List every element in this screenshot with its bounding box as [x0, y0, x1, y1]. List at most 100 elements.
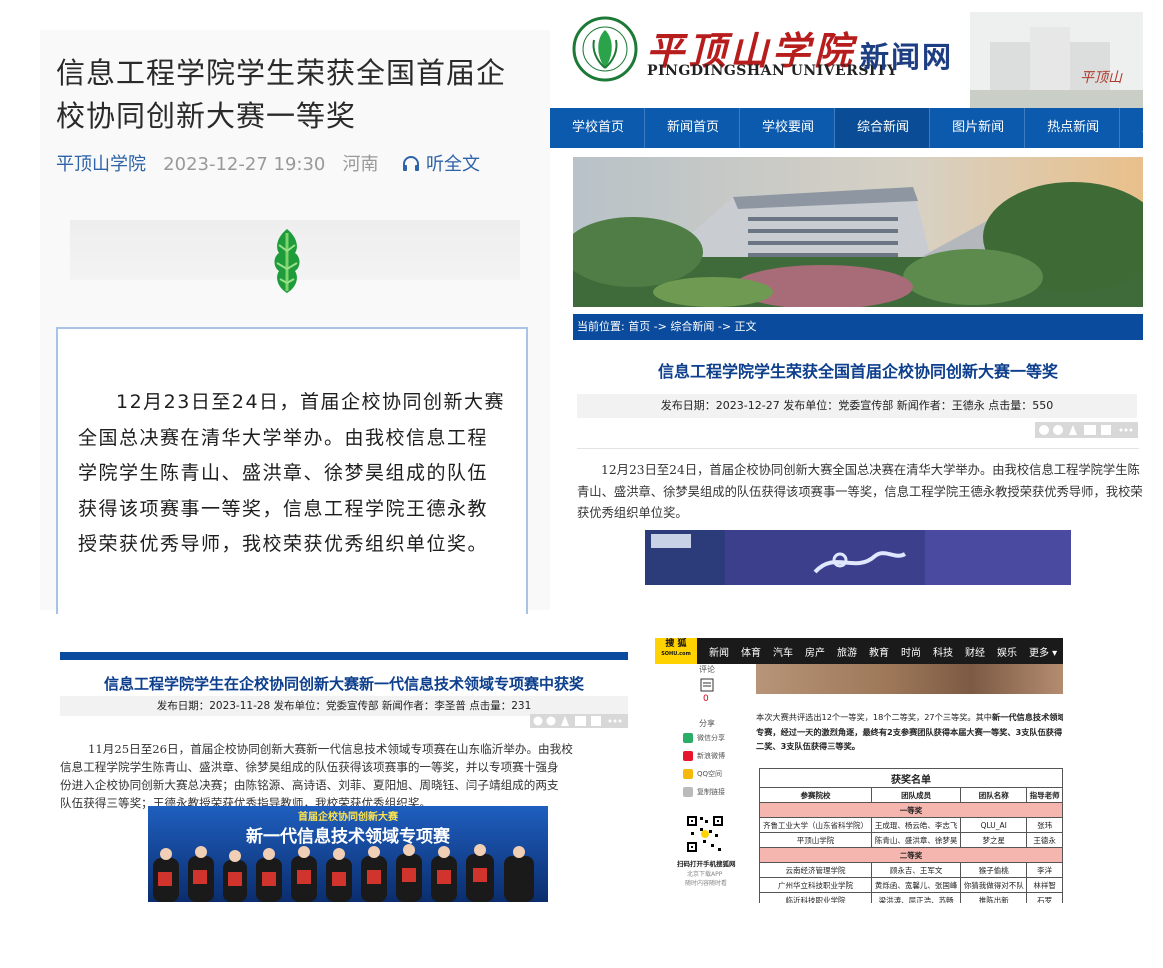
article-datetime: 2023-12-27 19:30 [163, 154, 326, 175]
share-qzone-label: QQ空间 [697, 770, 723, 778]
share-label: 分享 [699, 719, 715, 728]
table-cell: 林祥智 [1026, 877, 1063, 893]
link-icon [683, 787, 693, 797]
table-cell: QLU_AI [960, 817, 1028, 833]
article-photo-strip [756, 664, 1063, 694]
sohu-nav: 搜 狐 SOHU.com 新闻 体育 汽车 房产 旅游 教育 时尚 科技 财经 … [655, 638, 1063, 664]
nav-item-school-home[interactable]: 学校首页 [550, 108, 646, 148]
nav-news[interactable]: 新闻 [709, 644, 729, 659]
table-cell: 临沂科技职业学院 [758, 892, 873, 903]
news-body: 12月23日至24日，首届企校协同创新大赛全国总决赛在清华大学举办。由我校信息工… [577, 463, 1143, 520]
nav-item-photo-news[interactable]: 图片新闻 [930, 108, 1026, 148]
paragraph-plain: 本次大赛共评选出12个一等奖，18个二等奖，27个三等奖。其中 [756, 712, 992, 722]
headphones-icon [403, 156, 420, 171]
table-cell: 你猜我做得对不队 [960, 877, 1028, 893]
site-header: 平顶山 平顶山学院 PINGDINGSHAN UNIVERSITY 新闻网 [550, 12, 1143, 108]
news-meta-2: 发布日期：2023-11-28 发布单位：党委宣传部 新闻作者：李圣普 点击量：… [60, 696, 628, 716]
banner-line-2: 新一代信息技术领域专项赛 [246, 826, 451, 847]
share-wechat[interactable]: 微信分享 [683, 733, 725, 743]
nav-tech[interactable]: 科技 [933, 644, 953, 659]
group-row-first-prize: 一等奖 [759, 802, 1063, 818]
article-body: 12月23日至24日，首届企校协同创新大赛全国总决赛在清华大学举办。由我校信息工… [78, 391, 506, 555]
article-source-link[interactable]: 平顶山学院 [56, 154, 146, 175]
breadcrumb: 当前位置: 首页 -> 综合新闻 -> 正文 [573, 314, 1143, 340]
share-toolbar-2[interactable] [530, 714, 628, 728]
breadcrumb-text[interactable]: 当前位置: 首页 -> 综合新闻 -> 正文 [577, 320, 757, 333]
share-weibo-label: 新浪微博 [697, 752, 725, 760]
leaf-logo-icon [274, 229, 300, 293]
sohu-logo[interactable]: 搜 狐 SOHU.com [655, 638, 697, 664]
nav-fashion[interactable]: 时尚 [901, 644, 921, 659]
comment-icon[interactable] [700, 678, 714, 692]
table-row: 云南经济管理学院 顾永吉、王军文 猴子偷桃 李洋 [758, 862, 1063, 878]
nav-more[interactable]: 更多 ▾ [1029, 644, 1057, 659]
table-cell: 王德永 [1026, 832, 1063, 848]
share-copy-label: 复制链接 [697, 788, 725, 796]
article-title: 信息工程学院学生荣获全国首届企校协同创新大赛一等奖 [56, 56, 507, 133]
article-body-box: 12月23日至24日，首届企校协同创新大赛全国总决赛在清华大学举办。由我校信息工… [56, 327, 528, 614]
nav-bar-strip [60, 652, 628, 660]
group-row-second-prize: 二等奖 [759, 847, 1063, 863]
news-body-2: 11月25日至26日，首届企校协同创新大赛新一代信息技术领域专项赛在山东临沂举办… [60, 740, 628, 812]
nav-item-school-headlines[interactable]: 学校要闻 [740, 108, 836, 148]
nav-finance[interactable]: 财经 [965, 644, 985, 659]
news-meta: 发布日期：2023-12-27 发布单位：党委宣传部 新闻作者：王德永 点击量：… [577, 394, 1137, 418]
site-nav: 学校首页 新闻首页 学校要闻 综合新闻 图片新闻 热点新闻 原创 [550, 108, 1163, 148]
table-header: 团队名称 [960, 787, 1028, 803]
listen-label: 听全文 [426, 154, 481, 175]
banner-line-1: 首届企校协同创新大赛 [298, 810, 399, 823]
table-row: 齐鲁工业大学（山东省科学院） 王成琨、杨云皓、李志飞 QLU_AI 张玮 [758, 817, 1063, 833]
award-ceremony-photo: 首届企校协同创新大赛 新一代信息技术领域专项赛 [148, 806, 548, 902]
nav-item-hot-news[interactable]: 热点新闻 [1025, 108, 1121, 148]
share-qzone[interactable]: QQ空间 [683, 769, 722, 779]
article-paragraph: 本次大赛共评选出12个一等奖，18个二等奖，27个三等奖。其中新一代信息技术领域… [756, 710, 1063, 754]
nav-realestate[interactable]: 房产 [805, 644, 825, 659]
table-cell: 张玮 [1026, 817, 1063, 833]
share-weibo[interactable]: 新浪微博 [683, 751, 725, 761]
qr-caption: 扫码打开手机搜狐网 [677, 860, 736, 868]
share-wechat-label: 微信分享 [697, 734, 725, 742]
table-header: 参赛院校 [758, 787, 873, 803]
nav-sports[interactable]: 体育 [741, 644, 761, 659]
nav-entertainment[interactable]: 娱乐 [997, 644, 1017, 659]
share-copy-link[interactable]: 复制链接 [683, 787, 725, 797]
table-cell: 黄烁函、宽馨儿、张国峰 [871, 877, 962, 893]
university-emblem-icon [572, 16, 638, 82]
header-building-image: 平顶山 [970, 12, 1143, 108]
mobile-article-panel: 信息工程学院学生荣获全国首届企校协同创新大赛一等奖 平顶山学院 2023-12-… [40, 30, 550, 614]
listen-button[interactable]: 听全文 [402, 154, 480, 175]
table-cell: 广州华立科技职业学院 [758, 877, 873, 893]
nav-education[interactable]: 教育 [869, 644, 889, 659]
sohu-sidebar: 评论 0 分享 微信分享 新浪微博 QQ空间 复制链接 扫码打开手机搜狐网 北京… [655, 664, 755, 903]
site-subtitle: 新闻网 [860, 40, 954, 74]
table-row: 广州华立科技职业学院 黄烁函、宽馨儿、张国峰 你猜我做得对不队 林祥智 [758, 877, 1063, 893]
sohu-logo-text: 搜 狐 [665, 639, 687, 649]
table-cell: 梁洪涛、屈正浩、苏畅 [871, 892, 962, 903]
news-title: 信息工程学院学生荣获全国首届企校协同创新大赛一等奖 [657, 362, 1058, 381]
nav-item-original[interactable]: 原创 [1120, 108, 1163, 148]
nav-item-news-home[interactable]: 新闻首页 [645, 108, 741, 148]
table-cell: 陈青山、盛洪章、徐梦昊 [871, 832, 962, 848]
divider [577, 448, 1139, 449]
table-cell: 推陈出新 [960, 892, 1028, 903]
table-cell: 猴子偷桃 [960, 862, 1028, 878]
table-header: 指导老师 [1026, 787, 1063, 803]
qzone-icon [683, 769, 693, 779]
table-cell: 齐鲁工业大学（山东省科学院） [758, 817, 873, 833]
comment-label: 评论 [699, 665, 715, 674]
table-cell: 王成琨、杨云皓、李志飞 [871, 817, 962, 833]
svg-text:平顶山: 平顶山 [1080, 70, 1123, 86]
article-meta: 平顶山学院 2023-12-27 19:30 河南 听全文 [56, 150, 480, 176]
share-toolbar[interactable] [1035, 422, 1138, 438]
table-row: 平顶山学院 陈青山、盛洪章、徐梦昊 梦之星 王德永 [758, 832, 1063, 848]
sohu-logo-sub: SOHU.com [661, 651, 691, 657]
nav-auto[interactable]: 汽车 [773, 644, 793, 659]
table-row: 临沂科技职业学院 梁洪涛、屈正浩、苏畅 推陈出新 石罗 [758, 892, 1063, 903]
campus-banner-image [573, 157, 1143, 307]
nav-item-general-news[interactable]: 综合新闻 [835, 108, 931, 148]
app-caption-1: 北京下载APP [687, 871, 723, 878]
news-site-panel-2: 信息工程学院学生在企校协同创新大赛新一代信息技术领域专项赛中获奖 发布日期：20… [60, 652, 628, 902]
table-cell: 云南经济管理学院 [758, 862, 873, 878]
nav-travel[interactable]: 旅游 [837, 644, 857, 659]
table-cell: 顾永吉、王军文 [871, 862, 962, 878]
